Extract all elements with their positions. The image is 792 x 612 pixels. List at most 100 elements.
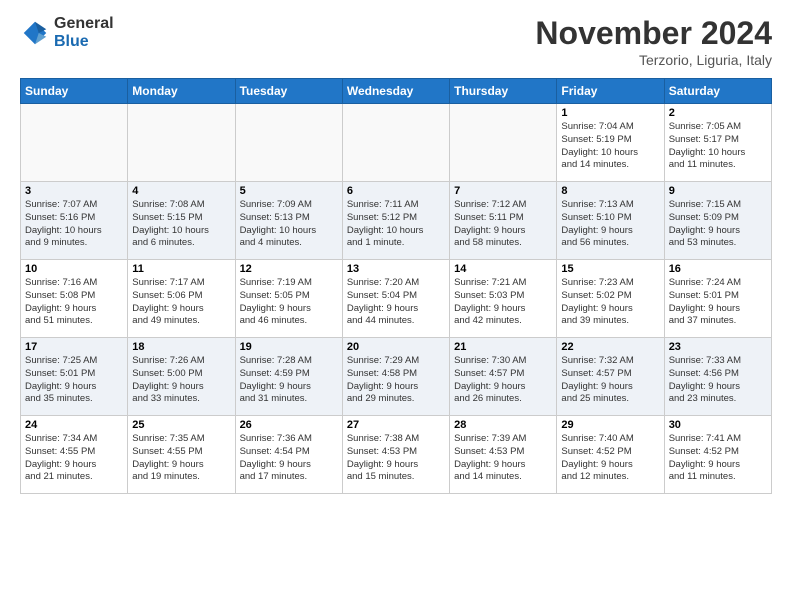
day-info: Sunrise: 7:36 AM Sunset: 4:54 PM Dayligh… [240, 433, 338, 484]
day-info: Sunrise: 7:16 AM Sunset: 5:08 PM Dayligh… [25, 277, 123, 328]
calendar-cell: 7 Sunrise: 7:12 AM Sunset: 5:11 PM Daylig… [450, 182, 557, 260]
calendar-cell: 1Sunrise: 7:04 AM Sunset: 5:19 PM Daylig… [557, 104, 664, 182]
calendar-cell [342, 104, 449, 182]
day-number: 22 [561, 341, 659, 353]
day-info: Sunrise: 7:40 AM Sunset: 4:52 PM Dayligh… [561, 433, 659, 484]
calendar-header-wednesday: Wednesday [342, 79, 449, 104]
day-number: 28 [454, 419, 552, 431]
day-info: Sunrise: 7:33 AM Sunset: 4:56 PM Dayligh… [669, 355, 767, 406]
calendar-cell: 23Sunrise: 7:33 AM Sunset: 4:56 PM Dayli… [664, 338, 771, 416]
day-number: 3 [25, 185, 123, 197]
calendar-cell [235, 104, 342, 182]
day-number: 27 [347, 419, 445, 431]
day-info: Sunrise: 7:11 AM Sunset: 5:12 PM Dayligh… [347, 199, 445, 250]
day-number: 16 [669, 263, 767, 275]
day-info: Sunrise: 7:38 AM Sunset: 4:53 PM Dayligh… [347, 433, 445, 484]
logo-icon [20, 18, 50, 48]
day-info: Sunrise: 7:26 AM Sunset: 5:00 PM Dayligh… [132, 355, 230, 406]
day-info: Sunrise: 7:12 AM Sunset: 5:11 PM Dayligh… [454, 199, 552, 250]
calendar-cell: 22 Sunrise: 7:32 AM Sunset: 4:57 PM Dayli… [557, 338, 664, 416]
day-number: 7 [454, 185, 552, 197]
calendar-cell: 5Sunrise: 7:09 AM Sunset: 5:13 PM Daylig… [235, 182, 342, 260]
page-container: General Blue November 2024 Terzorio, Lig… [0, 0, 792, 504]
calendar-cell: 9 Sunrise: 7:15 AM Sunset: 5:09 PM Daylig… [664, 182, 771, 260]
logo-blue: Blue [54, 33, 114, 51]
day-number: 9 [669, 185, 767, 197]
calendar-cell: 3 Sunrise: 7:07 AM Sunset: 5:16 PM Daylig… [21, 182, 128, 260]
calendar-cell: 11Sunrise: 7:17 AM Sunset: 5:06 PM Dayli… [128, 260, 235, 338]
calendar-header-thursday: Thursday [450, 79, 557, 104]
day-info: Sunrise: 7:28 AM Sunset: 4:59 PM Dayligh… [240, 355, 338, 406]
logo-general: General [54, 15, 114, 33]
calendar-cell: 17 Sunrise: 7:25 AM Sunset: 5:01 PM Dayli… [21, 338, 128, 416]
day-info: Sunrise: 7:39 AM Sunset: 4:53 PM Dayligh… [454, 433, 552, 484]
day-number: 29 [561, 419, 659, 431]
calendar-cell: 30 Sunrise: 7:41 AM Sunset: 4:52 PM Dayli… [664, 416, 771, 494]
logo: General Blue [20, 15, 114, 50]
day-info: Sunrise: 7:32 AM Sunset: 4:57 PM Dayligh… [561, 355, 659, 406]
day-info: Sunrise: 7:20 AM Sunset: 5:04 PM Dayligh… [347, 277, 445, 328]
calendar: SundayMondayTuesdayWednesdayThursdayFrid… [20, 78, 772, 494]
day-info: Sunrise: 7:13 AM Sunset: 5:10 PM Dayligh… [561, 199, 659, 250]
day-info: Sunrise: 7:23 AM Sunset: 5:02 PM Dayligh… [561, 277, 659, 328]
logo-text: General Blue [54, 15, 114, 50]
calendar-week-row: 3 Sunrise: 7:07 AM Sunset: 5:16 PM Daylig… [21, 182, 772, 260]
calendar-cell: 8 Sunrise: 7:13 AM Sunset: 5:10 PM Daylig… [557, 182, 664, 260]
day-number: 14 [454, 263, 552, 275]
day-info: Sunrise: 7:29 AM Sunset: 4:58 PM Dayligh… [347, 355, 445, 406]
day-number: 6 [347, 185, 445, 197]
calendar-cell: 16 Sunrise: 7:24 AM Sunset: 5:01 PM Dayli… [664, 260, 771, 338]
day-info: Sunrise: 7:35 AM Sunset: 4:55 PM Dayligh… [132, 433, 230, 484]
day-number: 11 [132, 263, 230, 275]
day-number: 15 [561, 263, 659, 275]
day-info: Sunrise: 7:21 AM Sunset: 5:03 PM Dayligh… [454, 277, 552, 328]
calendar-cell: 24 Sunrise: 7:34 AM Sunset: 4:55 PM Dayli… [21, 416, 128, 494]
day-number: 20 [347, 341, 445, 353]
day-info: Sunrise: 7:30 AM Sunset: 4:57 PM Dayligh… [454, 355, 552, 406]
calendar-header-monday: Monday [128, 79, 235, 104]
day-info: Sunrise: 7:41 AM Sunset: 4:52 PM Dayligh… [669, 433, 767, 484]
calendar-week-row: 1Sunrise: 7:04 AM Sunset: 5:19 PM Daylig… [21, 104, 772, 182]
day-number: 19 [240, 341, 338, 353]
day-number: 8 [561, 185, 659, 197]
day-info: Sunrise: 7:15 AM Sunset: 5:09 PM Dayligh… [669, 199, 767, 250]
calendar-cell: 15 Sunrise: 7:23 AM Sunset: 5:02 PM Dayli… [557, 260, 664, 338]
calendar-cell: 18 Sunrise: 7:26 AM Sunset: 5:00 PM Dayli… [128, 338, 235, 416]
day-number: 18 [132, 341, 230, 353]
calendar-header-row: SundayMondayTuesdayWednesdayThursdayFrid… [21, 79, 772, 104]
calendar-cell: 10 Sunrise: 7:16 AM Sunset: 5:08 PM Dayli… [21, 260, 128, 338]
day-info: Sunrise: 7:05 AM Sunset: 5:17 PM Dayligh… [669, 121, 767, 172]
calendar-cell: 28 Sunrise: 7:39 AM Sunset: 4:53 PM Dayli… [450, 416, 557, 494]
calendar-cell: 25Sunrise: 7:35 AM Sunset: 4:55 PM Dayli… [128, 416, 235, 494]
day-number: 26 [240, 419, 338, 431]
day-info: Sunrise: 7:07 AM Sunset: 5:16 PM Dayligh… [25, 199, 123, 250]
calendar-week-row: 10 Sunrise: 7:16 AM Sunset: 5:08 PM Dayli… [21, 260, 772, 338]
day-info: Sunrise: 7:34 AM Sunset: 4:55 PM Dayligh… [25, 433, 123, 484]
day-number: 17 [25, 341, 123, 353]
day-info: Sunrise: 7:04 AM Sunset: 5:19 PM Dayligh… [561, 121, 659, 172]
calendar-cell: 13 Sunrise: 7:20 AM Sunset: 5:04 PM Dayli… [342, 260, 449, 338]
calendar-cell: 2 Sunrise: 7:05 AM Sunset: 5:17 PM Daylig… [664, 104, 771, 182]
calendar-cell: 26 Sunrise: 7:36 AM Sunset: 4:54 PM Dayli… [235, 416, 342, 494]
month-title: November 2024 [535, 15, 772, 52]
day-number: 4 [132, 185, 230, 197]
calendar-week-row: 24 Sunrise: 7:34 AM Sunset: 4:55 PM Dayli… [21, 416, 772, 494]
day-number: 24 [25, 419, 123, 431]
title-section: November 2024 Terzorio, Liguria, Italy [535, 15, 772, 68]
day-info: Sunrise: 7:08 AM Sunset: 5:15 PM Dayligh… [132, 199, 230, 250]
day-info: Sunrise: 7:25 AM Sunset: 5:01 PM Dayligh… [25, 355, 123, 406]
calendar-header-friday: Friday [557, 79, 664, 104]
calendar-cell [21, 104, 128, 182]
calendar-cell: 29 Sunrise: 7:40 AM Sunset: 4:52 PM Dayli… [557, 416, 664, 494]
day-number: 30 [669, 419, 767, 431]
calendar-cell [450, 104, 557, 182]
day-number: 13 [347, 263, 445, 275]
day-number: 10 [25, 263, 123, 275]
day-info: Sunrise: 7:19 AM Sunset: 5:05 PM Dayligh… [240, 277, 338, 328]
calendar-header-tuesday: Tuesday [235, 79, 342, 104]
calendar-cell: 4 Sunrise: 7:08 AM Sunset: 5:15 PM Daylig… [128, 182, 235, 260]
page-header: General Blue November 2024 Terzorio, Lig… [20, 15, 772, 68]
day-info: Sunrise: 7:24 AM Sunset: 5:01 PM Dayligh… [669, 277, 767, 328]
day-number: 5 [240, 185, 338, 197]
day-number: 2 [669, 107, 767, 119]
